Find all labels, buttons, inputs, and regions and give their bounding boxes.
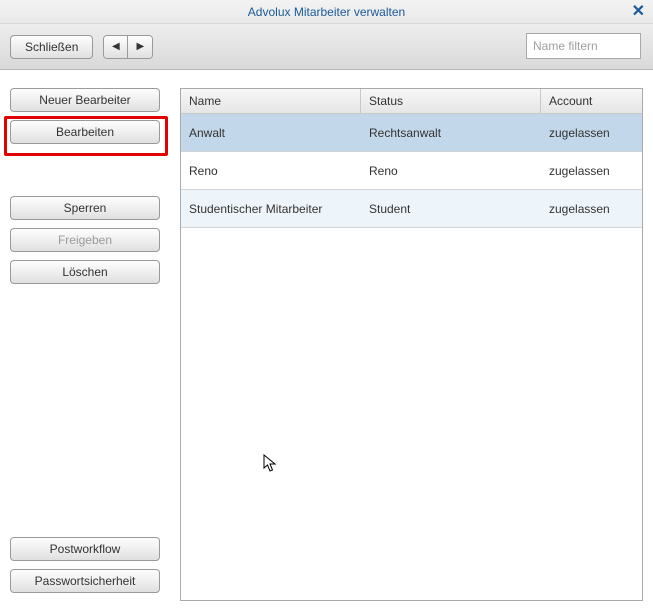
cell-status: Reno — [361, 152, 541, 189]
table-row[interactable]: Reno Reno zugelassen — [181, 152, 642, 190]
employees-table: Name Status Account Anwalt Rechtsanwalt … — [180, 88, 643, 601]
cell-account: zugelassen — [541, 114, 642, 151]
nav-prev-button[interactable]: ◀ — [104, 36, 128, 58]
name-filter-input[interactable] — [526, 33, 641, 59]
cell-account: zugelassen — [541, 152, 642, 189]
window-title: Advolux Mitarbeiter verwalten — [248, 5, 405, 19]
cell-name: Studentischer Mitarbeiter — [181, 190, 361, 227]
nav-next-button[interactable]: ▶ — [128, 36, 152, 58]
unlock-button[interactable]: Freigeben — [10, 228, 160, 252]
new-editor-button[interactable]: Neuer Bearbeiter — [10, 88, 160, 112]
lock-button[interactable]: Sperren — [10, 196, 160, 220]
delete-button[interactable]: Löschen — [10, 260, 160, 284]
cell-account: zugelassen — [541, 190, 642, 227]
toolbar: Schließen ◀ ▶ — [0, 24, 653, 70]
triangle-right-icon: ▶ — [137, 41, 145, 52]
password-security-button[interactable]: Passwortsicherheit — [10, 569, 160, 593]
table-row[interactable]: Anwalt Rechtsanwalt zugelassen — [181, 114, 642, 152]
cell-name: Anwalt — [181, 114, 361, 151]
col-header-status[interactable]: Status — [361, 89, 541, 113]
cell-status: Student — [361, 190, 541, 227]
title-bar: Advolux Mitarbeiter verwalten ✕ — [0, 0, 653, 24]
nav-group: ◀ ▶ — [103, 35, 153, 59]
close-icon[interactable]: ✕ — [632, 0, 645, 24]
col-header-name[interactable]: Name — [181, 89, 361, 113]
postworkflow-button[interactable]: Postworkflow — [10, 537, 160, 561]
col-header-account[interactable]: Account — [541, 89, 642, 113]
triangle-left-icon: ◀ — [112, 41, 120, 52]
table-row[interactable]: Studentischer Mitarbeiter Student zugela… — [181, 190, 642, 228]
close-button[interactable]: Schließen — [10, 35, 93, 59]
sidebar: Neuer Bearbeiter Bearbeiten Sperren Frei… — [10, 88, 170, 292]
edit-button[interactable]: Bearbeiten — [10, 120, 160, 144]
table-header: Name Status Account — [181, 89, 642, 114]
sidebar-bottom: Postworkflow Passwortsicherheit — [10, 537, 170, 601]
table-body: Anwalt Rechtsanwalt zugelassen Reno Reno… — [181, 114, 642, 228]
cell-name: Reno — [181, 152, 361, 189]
cell-status: Rechtsanwalt — [361, 114, 541, 151]
main-area: Neuer Bearbeiter Bearbeiten Sperren Frei… — [0, 70, 653, 611]
